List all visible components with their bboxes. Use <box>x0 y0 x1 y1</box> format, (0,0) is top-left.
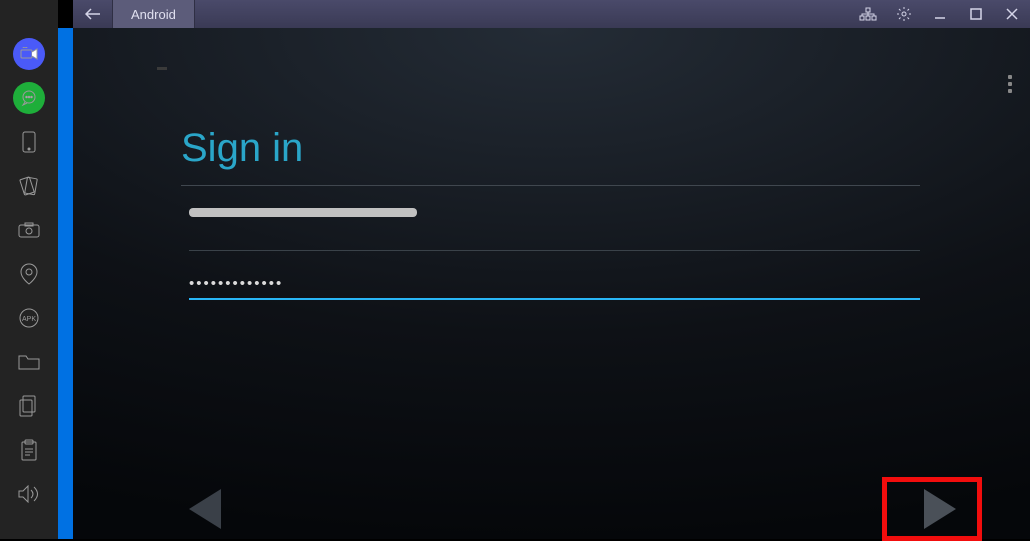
location-icon[interactable] <box>0 252 58 296</box>
settings-icon[interactable] <box>886 0 922 28</box>
password-field[interactable] <box>189 269 920 300</box>
folder-icon[interactable] <box>0 340 58 384</box>
network-icon[interactable] <box>850 0 886 28</box>
volume-icon[interactable] <box>0 472 58 516</box>
email-field[interactable] <box>189 221 920 251</box>
rotate-icon[interactable] <box>0 164 58 208</box>
accent-strip <box>58 28 73 539</box>
android-screen: ▬ Sign in <box>73 28 1030 539</box>
back-button[interactable] <box>73 0 113 28</box>
screenshot-icon[interactable] <box>0 208 58 252</box>
svg-text:APK: APK <box>22 316 36 323</box>
title-divider <box>181 185 920 186</box>
signin-form: Sign in <box>181 126 920 318</box>
window-titlebar: Android <box>73 0 1030 28</box>
overflow-menu-icon[interactable] <box>1008 72 1012 96</box>
close-button[interactable] <box>994 0 1030 28</box>
page-title: Sign in <box>181 126 920 171</box>
copy-icon[interactable] <box>0 384 58 428</box>
email-row <box>189 208 920 251</box>
camera-app-icon[interactable] <box>0 32 58 76</box>
next-arrow-icon[interactable] <box>924 489 956 529</box>
minimize-button[interactable] <box>922 0 958 28</box>
chat-app-icon[interactable] <box>0 76 58 120</box>
maximize-button[interactable] <box>958 0 994 28</box>
prev-arrow-icon[interactable] <box>189 489 221 529</box>
paste-icon[interactable] <box>0 428 58 472</box>
email-redaction-mask <box>189 208 417 217</box>
app-sidebar: APK <box>0 0 58 539</box>
password-row <box>189 269 920 300</box>
tab-label: Android <box>131 7 176 22</box>
apk-icon[interactable]: APK <box>0 296 58 340</box>
tab-android[interactable]: Android <box>113 0 195 28</box>
status-hint: ▬ <box>157 62 167 73</box>
device-icon[interactable] <box>0 120 58 164</box>
